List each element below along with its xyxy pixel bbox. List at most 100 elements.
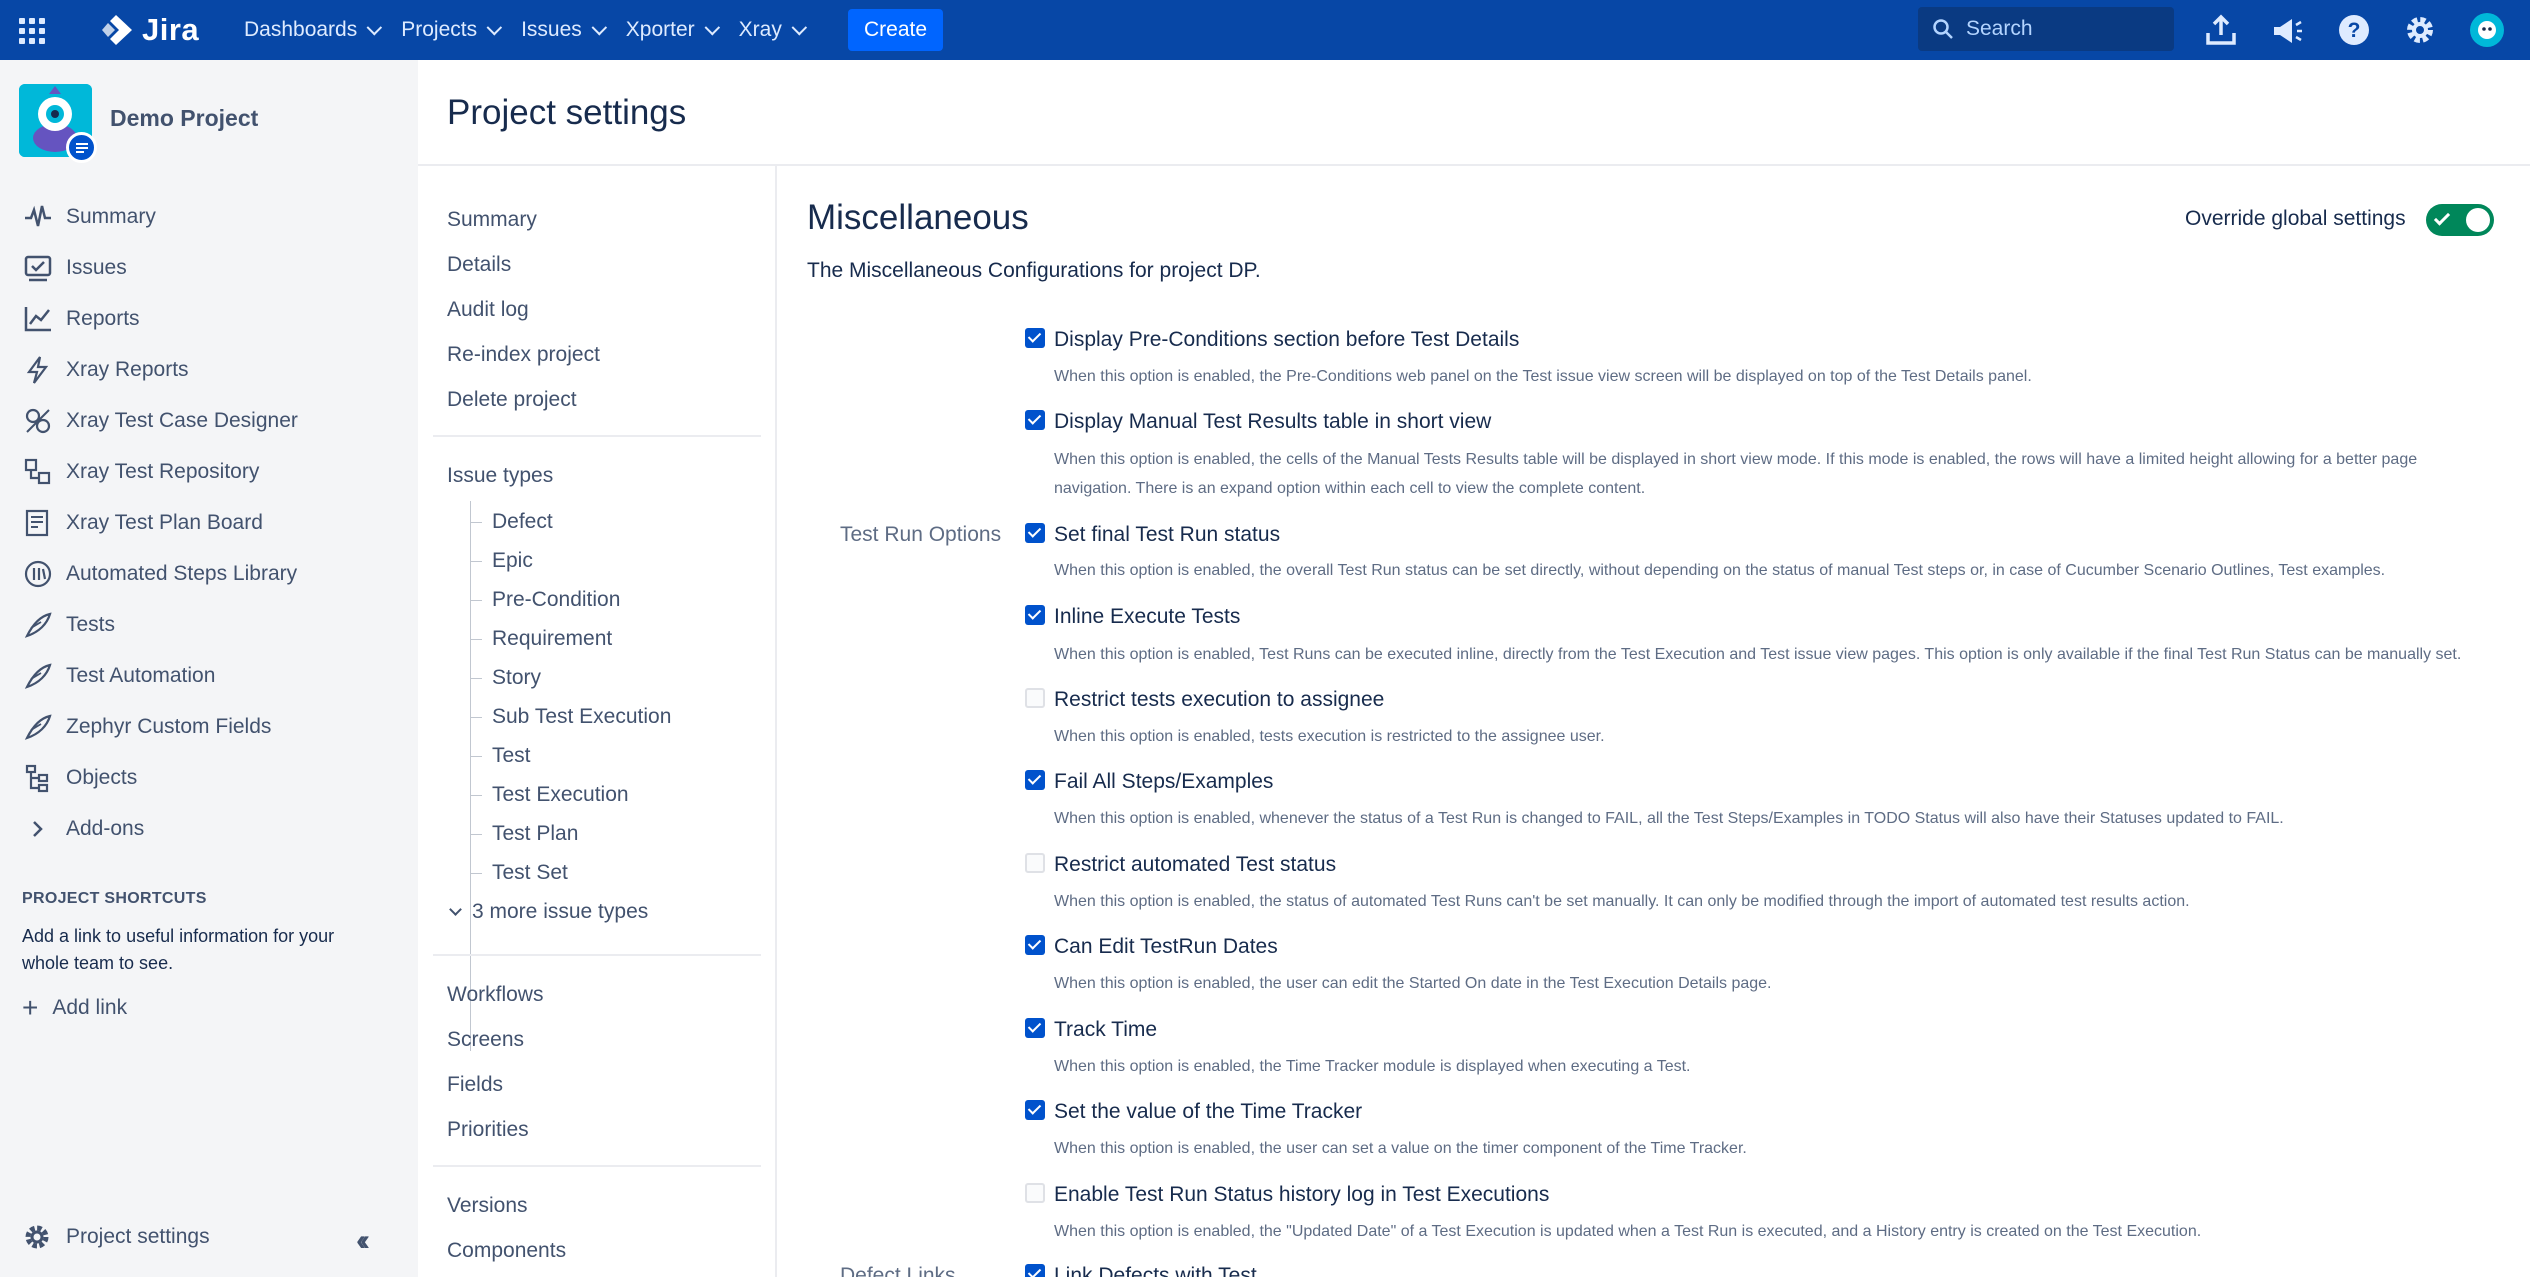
plus-icon: + xyxy=(22,992,39,1023)
sidebar-item-xray-reports[interactable]: Xray Reports xyxy=(22,350,189,390)
jira-logo[interactable]: Jira xyxy=(98,12,199,48)
option-checkbox[interactable] xyxy=(1025,410,1045,430)
issue-type-item[interactable]: Test Plan xyxy=(492,822,578,846)
nav-xporter[interactable]: Xporter xyxy=(614,0,727,60)
sidebar-item-label: Automated Steps Library xyxy=(66,562,298,585)
issue-type-item[interactable]: Test Set xyxy=(492,861,568,885)
sidebar-item-issues[interactable]: Issues xyxy=(22,248,127,288)
create-button[interactable]: Create xyxy=(848,9,943,51)
search-placeholder: Search xyxy=(1966,17,2033,40)
sidebar-item-tests[interactable]: Tests xyxy=(22,605,115,645)
option-label: Link Defects with Test xyxy=(1054,1264,1257,1277)
option-checkbox[interactable] xyxy=(1025,688,1045,708)
search-input[interactable]: Search xyxy=(1918,7,2174,51)
nav-projects[interactable]: Projects xyxy=(389,0,509,60)
option-description: When this option is enabled, the user ca… xyxy=(1054,1140,1747,1157)
option-checkbox[interactable] xyxy=(1025,935,1045,955)
nav-dashboards[interactable]: Dashboards xyxy=(232,0,389,60)
issue-type-item[interactable]: Sub Test Execution xyxy=(492,705,671,729)
nav-issues[interactable]: Issues xyxy=(509,0,614,60)
upload-icon[interactable] xyxy=(2201,10,2241,50)
issue-type-item[interactable]: Story xyxy=(492,666,541,690)
settings-nav-workflows[interactable]: Workflows xyxy=(447,983,543,1007)
sidebar-item-label: Tests xyxy=(66,613,116,636)
settings-nav-divider xyxy=(433,435,761,437)
settings-nav-audit-log[interactable]: Audit log xyxy=(447,298,529,322)
group-label-defect-links: Defect Links xyxy=(840,1264,956,1277)
option-checkbox[interactable] xyxy=(1025,605,1045,625)
sidebar-item-xray-test-case-designer[interactable]: Xray Test Case Designer xyxy=(22,401,298,441)
feather-icon xyxy=(22,660,54,692)
settings-nav-summary[interactable]: Summary xyxy=(447,208,537,232)
feather-icon xyxy=(22,711,54,743)
app-switcher-icon[interactable] xyxy=(19,18,45,44)
settings-nav-priorities[interactable]: Priorities xyxy=(447,1118,529,1142)
settings-nav-delete-project[interactable]: Delete project xyxy=(447,388,577,412)
issue-type-item[interactable]: Epic xyxy=(492,549,533,573)
nav-label: Xporter xyxy=(625,18,695,41)
option-label: Display Pre-Conditions section before Te… xyxy=(1054,328,1520,351)
settings-nav-fields[interactable]: Fields xyxy=(447,1073,503,1097)
gear-icon xyxy=(22,1222,52,1252)
option-checkbox[interactable] xyxy=(1025,770,1045,790)
sidebar-item-automated-steps-library[interactable]: Automated Steps Library xyxy=(22,554,297,594)
settings-nav-details[interactable]: Details xyxy=(447,253,511,277)
override-global-settings-toggle[interactable] xyxy=(2426,204,2494,236)
pulse-icon xyxy=(22,201,54,233)
option-checkbox[interactable] xyxy=(1025,1183,1045,1203)
sidebar-project-settings[interactable]: Project settings xyxy=(22,1222,210,1252)
settings-nav-components[interactable]: Components xyxy=(447,1239,566,1263)
settings-icon[interactable] xyxy=(2400,10,2440,50)
issue-type-item[interactable]: Test xyxy=(492,744,531,768)
project-name[interactable]: Demo Project xyxy=(110,105,258,132)
chevron-down-icon xyxy=(449,903,462,916)
sidebar-item-label: Xray Test Plan Board xyxy=(66,511,263,534)
settings-nav-reindex[interactable]: Re-index project xyxy=(447,343,600,367)
megaphone-icon[interactable] xyxy=(2267,10,2307,50)
add-link-button[interactable]: + Add link xyxy=(22,992,127,1024)
section-description: The Miscellaneous Configurations for pro… xyxy=(807,259,1261,282)
sidebar-item-add-ons[interactable]: Add-ons xyxy=(22,809,144,849)
settings-nav-screens[interactable]: Screens xyxy=(447,1028,524,1052)
library-icon xyxy=(22,558,54,590)
add-link-label: Add link xyxy=(52,996,128,1019)
issue-type-item[interactable]: Defect xyxy=(492,510,553,534)
issue-type-item[interactable]: Pre-Condition xyxy=(492,588,620,612)
sidebar-item-objects[interactable]: Objects xyxy=(22,758,137,798)
sidebar-item-zephyr-custom-fields[interactable]: Zephyr Custom Fields xyxy=(22,707,271,747)
sidebar-item-label: Objects xyxy=(66,766,138,789)
option-checkbox[interactable] xyxy=(1025,328,1045,348)
option-checkbox[interactable] xyxy=(1025,1018,1045,1038)
tree-tick xyxy=(470,600,482,601)
sidebar-item-test-automation[interactable]: Test Automation xyxy=(22,656,215,696)
sidebar-item-xray-test-repository[interactable]: Xray Test Repository xyxy=(22,452,259,492)
nav-xray[interactable]: Xray xyxy=(727,0,814,60)
tree-tick xyxy=(470,756,482,757)
tree-tick xyxy=(470,795,482,796)
more-issue-types-toggle[interactable]: 3 more issue types xyxy=(449,900,648,924)
project-type-badge-icon xyxy=(66,132,97,163)
sidebar-item-label: Reports xyxy=(66,307,140,330)
collapse-sidebar-icon[interactable]: ‹‹ xyxy=(356,1224,370,1258)
sidebar-item-label: Xray Test Case Designer xyxy=(66,409,298,432)
issue-type-item[interactable]: Requirement xyxy=(492,627,612,651)
tree-line xyxy=(470,501,471,1051)
chevron-right-icon xyxy=(22,813,54,845)
sidebar-item-reports[interactable]: Reports xyxy=(22,299,140,339)
option-checkbox[interactable] xyxy=(1025,853,1045,873)
help-icon[interactable]: ? xyxy=(2334,10,2374,50)
nav-label: Dashboards xyxy=(244,18,358,41)
option-checkbox[interactable] xyxy=(1025,1264,1045,1277)
settings-navigation: Summary Details Audit log Re-index proje… xyxy=(418,166,776,1277)
option-checkbox[interactable] xyxy=(1025,1100,1045,1120)
settings-nav-issue-types[interactable]: Issue types xyxy=(447,464,553,488)
tree-tick xyxy=(470,678,482,679)
project-shortcuts-title: PROJECT SHORTCUTS xyxy=(22,890,207,907)
settings-nav-versions[interactable]: Versions xyxy=(447,1194,528,1218)
sidebar-item-xray-test-plan-board[interactable]: Xray Test Plan Board xyxy=(22,503,263,543)
sidebar-item-summary[interactable]: Summary xyxy=(22,197,156,237)
top-navigation: Jira Dashboards Projects Issues Xporter … xyxy=(0,0,2530,60)
option-checkbox[interactable] xyxy=(1025,523,1045,543)
issue-type-item[interactable]: Test Execution xyxy=(492,783,629,807)
user-avatar[interactable] xyxy=(2467,10,2507,50)
